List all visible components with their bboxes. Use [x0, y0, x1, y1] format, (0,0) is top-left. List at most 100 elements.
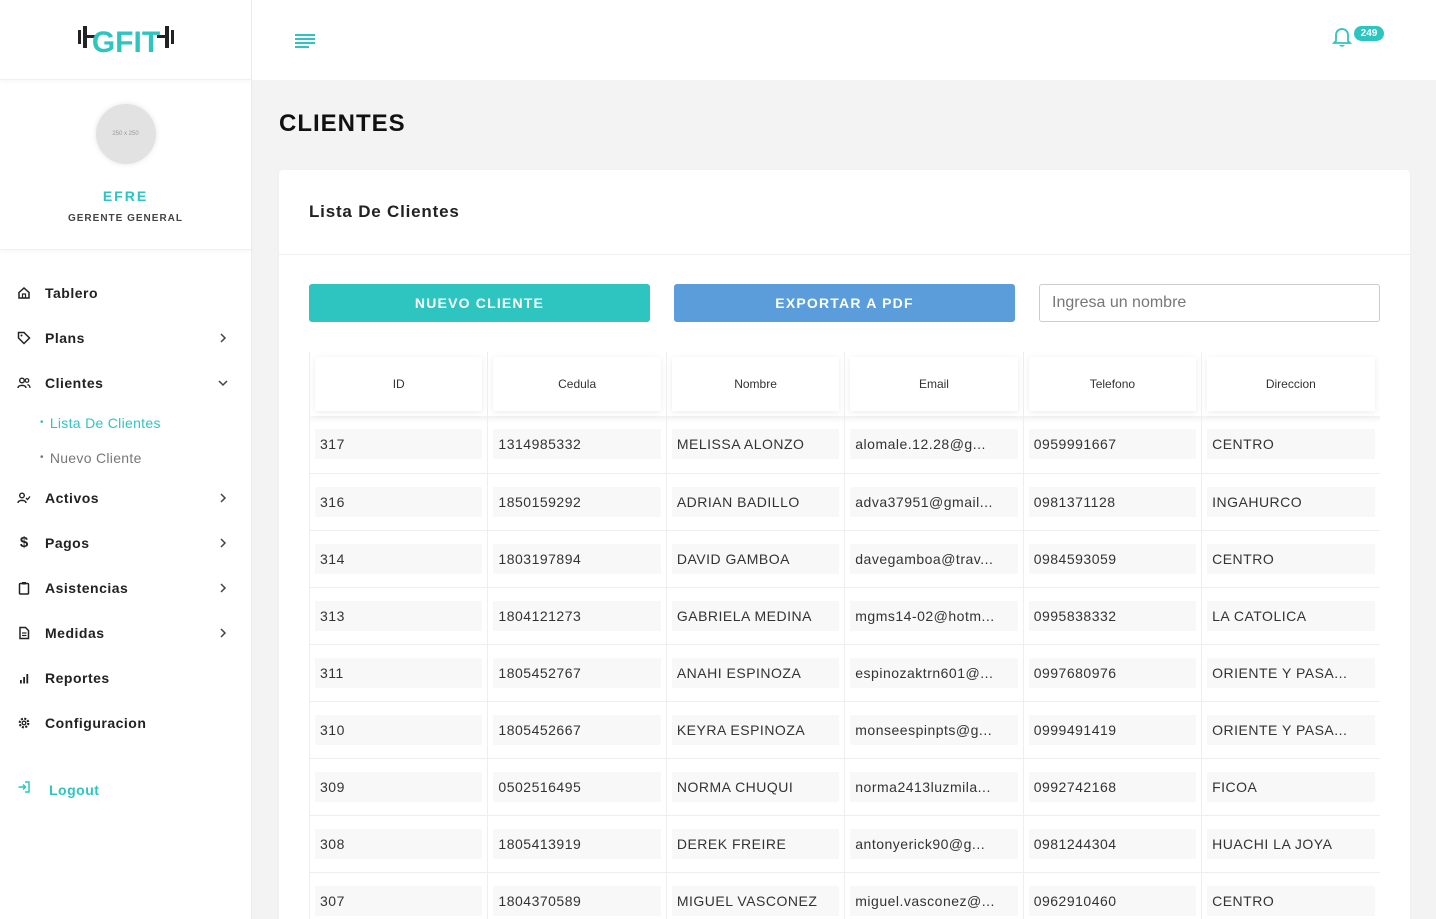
table-cell: 1805452667	[487, 701, 667, 759]
table-cell: 1803197894	[487, 530, 667, 588]
column-header[interactable]: Telefono	[1023, 352, 1203, 416]
cell-value: 309	[315, 771, 483, 802]
logout-button[interactable]: Logout	[17, 780, 99, 799]
dollar-icon: $	[19, 534, 29, 551]
cell-value: 314	[315, 543, 483, 574]
sidebar-subitem-lista-clientes[interactable]: • Lista De Clientes	[40, 405, 252, 440]
sidebar-item-plans[interactable]: Plans	[0, 315, 252, 360]
table-row[interactable]: 317 1314985332 MELISSA ALONZO alomale.12.28…	[309, 416, 1380, 474]
clipboard-icon	[17, 581, 31, 595]
cell-value: 0502516495	[493, 771, 661, 802]
cell-value: 0992742168	[1028, 771, 1197, 802]
column-header[interactable]: Direccion	[1201, 352, 1380, 416]
profile-role: GERENTE GENERAL	[67, 213, 183, 224]
bullet-icon: •	[40, 452, 44, 463]
table-cell: davegamboa@trav...	[844, 530, 1024, 588]
table-cell: 0502516495	[487, 758, 667, 816]
chevron-right-icon	[218, 582, 228, 593]
cell-value: CENTRO	[1207, 543, 1375, 574]
column-header-label: Direccion	[1207, 357, 1375, 411]
table-row[interactable]: 309 0502516495 NORMA CHUQUI norma2413luzmil…	[309, 758, 1380, 816]
notification-badge[interactable]: 249	[1354, 26, 1384, 41]
cell-value: ORIENTE Y PASA...	[1207, 657, 1375, 688]
cell-value: norma2413luzmila...	[850, 771, 1018, 802]
table-row[interactable]: 308 1805413919 DEREK FREIRE antonyerick90@g…	[309, 815, 1380, 873]
table-row[interactable]: 316 1850159292 ADRIAN BADILLO adva37951@gma…	[309, 473, 1380, 531]
table-row[interactable]: 311 1805452767 ANAHI ESPINOZA espinozaktrn6…	[309, 644, 1380, 702]
column-header-label: Email	[850, 357, 1018, 411]
sidebar-item-label: Medidas	[45, 624, 105, 641]
cell-value: HUACHI LA JOYA	[1207, 828, 1375, 859]
sidebar-item-pagos[interactable]: $ Pagos	[0, 520, 252, 565]
bell-icon[interactable]	[1330, 24, 1356, 50]
sidebar-item-label: Tablero	[45, 284, 99, 301]
table-cell: DAVID GAMBOA	[666, 530, 846, 588]
cell-value: INGAHURCO	[1207, 486, 1375, 517]
table-cell: ADRIAN BADILLO	[666, 473, 846, 531]
cell-value: 1805452767	[493, 657, 661, 688]
menu-toggle-icon[interactable]	[294, 33, 316, 49]
cell-value: 307	[315, 885, 483, 916]
export-pdf-button[interactable]: EXPORTAR A PDF	[674, 284, 1015, 322]
avatar[interactable]: 250 x 250	[95, 104, 156, 164]
chevron-right-icon	[218, 492, 228, 503]
sidebar-item-tablero[interactable]: Tablero	[0, 270, 252, 315]
new-client-button[interactable]: NUEVO CLIENTE	[309, 284, 650, 322]
cell-value: alomale.12.28@g...	[850, 429, 1018, 460]
search-input[interactable]	[1039, 284, 1380, 322]
table-cell: espinozaktrn601@...	[844, 644, 1024, 702]
table-cell: FICOA	[1201, 758, 1380, 816]
cell-value: 0999491419	[1028, 714, 1197, 745]
sidebar-item-label: Configuracion	[45, 714, 147, 731]
cell-value: espinozaktrn601@...	[850, 657, 1018, 688]
table-cell: 313	[309, 587, 489, 645]
home-icon	[17, 286, 31, 300]
sidebar-subitem-nuevo-cliente[interactable]: • Nuevo Cliente	[40, 440, 252, 475]
sidebar-item-medidas[interactable]: Medidas	[0, 610, 252, 655]
column-header[interactable]: Cedula	[487, 352, 667, 416]
column-header[interactable]: Email	[844, 352, 1024, 416]
table-cell: 317	[309, 416, 489, 474]
sidebar-item-activos[interactable]: Activos	[0, 475, 252, 520]
cell-value: 316	[315, 486, 483, 517]
table-cell: 308	[309, 815, 489, 873]
sidebar-item-clientes[interactable]: Clientes	[0, 360, 252, 405]
table-row[interactable]: 314 1803197894 DAVID GAMBOA davegamboa@trav…	[309, 530, 1380, 588]
gfit-logo[interactable]: GFIT	[74, 16, 178, 64]
table-cell: GABRIELA MEDINA	[666, 587, 846, 645]
table-cell: adva37951@gmail...	[844, 473, 1024, 531]
tag-icon	[17, 331, 31, 345]
cell-value: davegamboa@trav...	[850, 543, 1018, 574]
cell-value: 1805413919	[493, 828, 661, 859]
profile-name: EFRE	[102, 188, 149, 204]
column-header[interactable]: ID	[309, 352, 489, 416]
card-title: Lista De Clientes	[309, 202, 460, 221]
cell-value: 317	[315, 429, 483, 460]
cell-value: 311	[315, 657, 483, 688]
cell-value: miguel.vasconez@...	[850, 885, 1018, 916]
table-row[interactable]: 307 1804370589 MIGUEL VASCONEZ miguel.vasco…	[309, 872, 1380, 919]
sidebar-item-reportes[interactable]: Reportes	[0, 655, 252, 700]
column-header-label: ID	[315, 357, 483, 411]
sidebar-item-label: Plans	[45, 329, 85, 346]
logo-area: GFIT	[0, 0, 251, 80]
bullet-icon: •	[40, 417, 44, 428]
sidebar-subitem-label: Lista De Clientes	[49, 414, 161, 431]
table-row[interactable]: 310 1805452667 KEYRA ESPINOZA monseespinpts…	[309, 701, 1380, 759]
clients-table-wrap: IDCedulaNombreEmailTelefonoDireccionT. E…	[309, 352, 1380, 919]
table-cell: 1805452767	[487, 644, 667, 702]
sidebar-item-configuracion[interactable]: Configuracion	[0, 700, 252, 745]
users-icon	[17, 376, 31, 390]
table-cell: 314	[309, 530, 489, 588]
column-header-label: Telefono	[1028, 357, 1197, 411]
table-cell: monseespinpts@g...	[844, 701, 1024, 759]
table-cell: 1314985332	[487, 416, 667, 474]
column-header[interactable]: Nombre	[666, 352, 846, 416]
table-row[interactable]: 313 1804121273 GABRIELA MEDINA mgms14-02@ho…	[309, 587, 1380, 645]
table-cell: antonyerick90@g...	[844, 815, 1024, 873]
sidebar-item-asistencias[interactable]: Asistencias	[0, 565, 252, 610]
cell-value: 1803197894	[493, 543, 661, 574]
table-cell: 0981244304	[1023, 815, 1203, 873]
cell-value: 1314985332	[493, 429, 661, 460]
table-cell: ORIENTE Y PASA...	[1201, 701, 1380, 759]
